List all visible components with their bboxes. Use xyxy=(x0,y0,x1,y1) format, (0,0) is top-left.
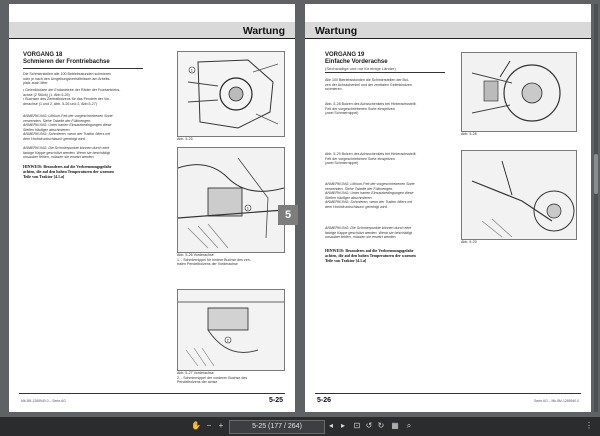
figure-caption: Abb. 5-25 xyxy=(177,137,193,141)
section-tab: 5 xyxy=(278,205,298,225)
left-page: Wartung VORGANG 18 Schmieren der Frontri… xyxy=(9,4,295,412)
footer-divider xyxy=(19,393,285,394)
footer-divider xyxy=(315,393,581,394)
footer-info: Mk-5M-1265940.0 – Serie-6G xyxy=(21,399,66,403)
figure-axle-5 xyxy=(461,150,577,240)
divider xyxy=(23,68,143,69)
figure-axle-2: 1 xyxy=(177,147,285,253)
note-block: ANMERKUNG: Lithium-Fett der vorgeschrieb… xyxy=(23,114,113,141)
page-number: 5-25 xyxy=(268,397,283,404)
axle-illustration: 1 xyxy=(178,148,284,252)
hand-icon[interactable]: ✋ xyxy=(190,420,202,432)
next-page-icon[interactable]: ▸ xyxy=(338,420,348,432)
axle-illustration xyxy=(462,53,576,131)
procedure-subtitle: Einfache Vorderachse xyxy=(325,59,388,65)
note-block: ANMERKUNG: Die Schmierpunkte können durc… xyxy=(325,226,412,240)
procedure-title: VORGANG 18 xyxy=(23,52,63,58)
procedure-title: VORGANG 19 xyxy=(325,52,365,58)
more-icon[interactable]: ⋮ xyxy=(584,420,594,432)
warning-text: HINWEIS: Besonderes auf die Verbrennungs… xyxy=(325,248,416,263)
grid-icon[interactable]: ▦ xyxy=(390,420,400,432)
figure-caption: Abb. 5-27 Vorderachse 2. - Schmiernippel… xyxy=(177,371,248,385)
footer-info: Serie-6G – Mk-5M-1265940.0 xyxy=(534,399,579,403)
intro-paragraph: Alle 100 Betriebsstunden die Schmierstel… xyxy=(325,78,412,92)
page-indicator[interactable]: 5-25 (177 / 264) xyxy=(229,420,325,434)
axle-illustration xyxy=(462,151,576,239)
note-block: ANMERKUNG: Lithium-Fett der vorgeschrieb… xyxy=(325,182,415,209)
warning-text: HINWEIS: Besonderes auf die Verbrennungs… xyxy=(23,164,114,179)
axle-illustration: 2 xyxy=(178,290,284,370)
rotate-right-icon[interactable]: ↻ xyxy=(376,420,386,432)
axle-illustration: 1 xyxy=(178,52,284,136)
bullet-list: • Gelenkbolzen der Endantriebe der Räder… xyxy=(23,88,121,106)
figure-axle-4 xyxy=(461,52,577,132)
vertical-scrollbar[interactable] xyxy=(594,4,598,412)
divider xyxy=(325,72,445,73)
procedure-subtitle: Schmieren der Frontriebachse xyxy=(23,59,110,65)
viewer-toolbar: ✋ − + 5-25 (177 / 264) ◂ ▸ ⊡ ↺ ↻ ▦ ⌕ ⋮ xyxy=(0,417,600,436)
figure-caption: Abb. 5-29 xyxy=(461,240,477,244)
page-number: 5-26 xyxy=(317,397,332,404)
figure-axle-1: 1 xyxy=(177,51,285,137)
zoom-out-icon[interactable]: − xyxy=(204,420,214,432)
search-icon[interactable]: ⌕ xyxy=(404,420,414,432)
figure-axle-3: 2 xyxy=(177,289,285,371)
fit-icon[interactable]: ⊡ xyxy=(352,420,362,432)
prev-page-icon[interactable]: ◂ xyxy=(326,420,336,432)
figure-caption: Abb. 5-28 xyxy=(461,132,477,136)
note-block: ANMERKUNG: Die Schmierpunkte können durc… xyxy=(23,146,110,160)
right-page: Wartung VORGANG 19 Einfache Vorderachse … xyxy=(305,4,591,412)
figure-reference: Abb. 5-28 Bolzen des Achsschenkels bei H… xyxy=(325,102,417,116)
intro-paragraph: Die Schmierstellen alle 100 Betriebsstun… xyxy=(23,72,112,86)
page-header-title: Wartung xyxy=(315,25,358,37)
procedure-note: (Sechsradige und nur für einige Länder) xyxy=(325,66,396,71)
rotate-left-icon[interactable]: ↺ xyxy=(364,420,374,432)
figure-reference: Abb. 5-29 Bolzen des Achsschenkels bei H… xyxy=(325,152,417,166)
figure-caption: Abb. 5-26 Vorderachse 1. - Schmiernippel… xyxy=(177,253,251,267)
page-header-title: Wartung xyxy=(242,25,285,37)
zoom-in-icon[interactable]: + xyxy=(216,420,226,432)
scroll-thumb[interactable] xyxy=(594,154,598,194)
